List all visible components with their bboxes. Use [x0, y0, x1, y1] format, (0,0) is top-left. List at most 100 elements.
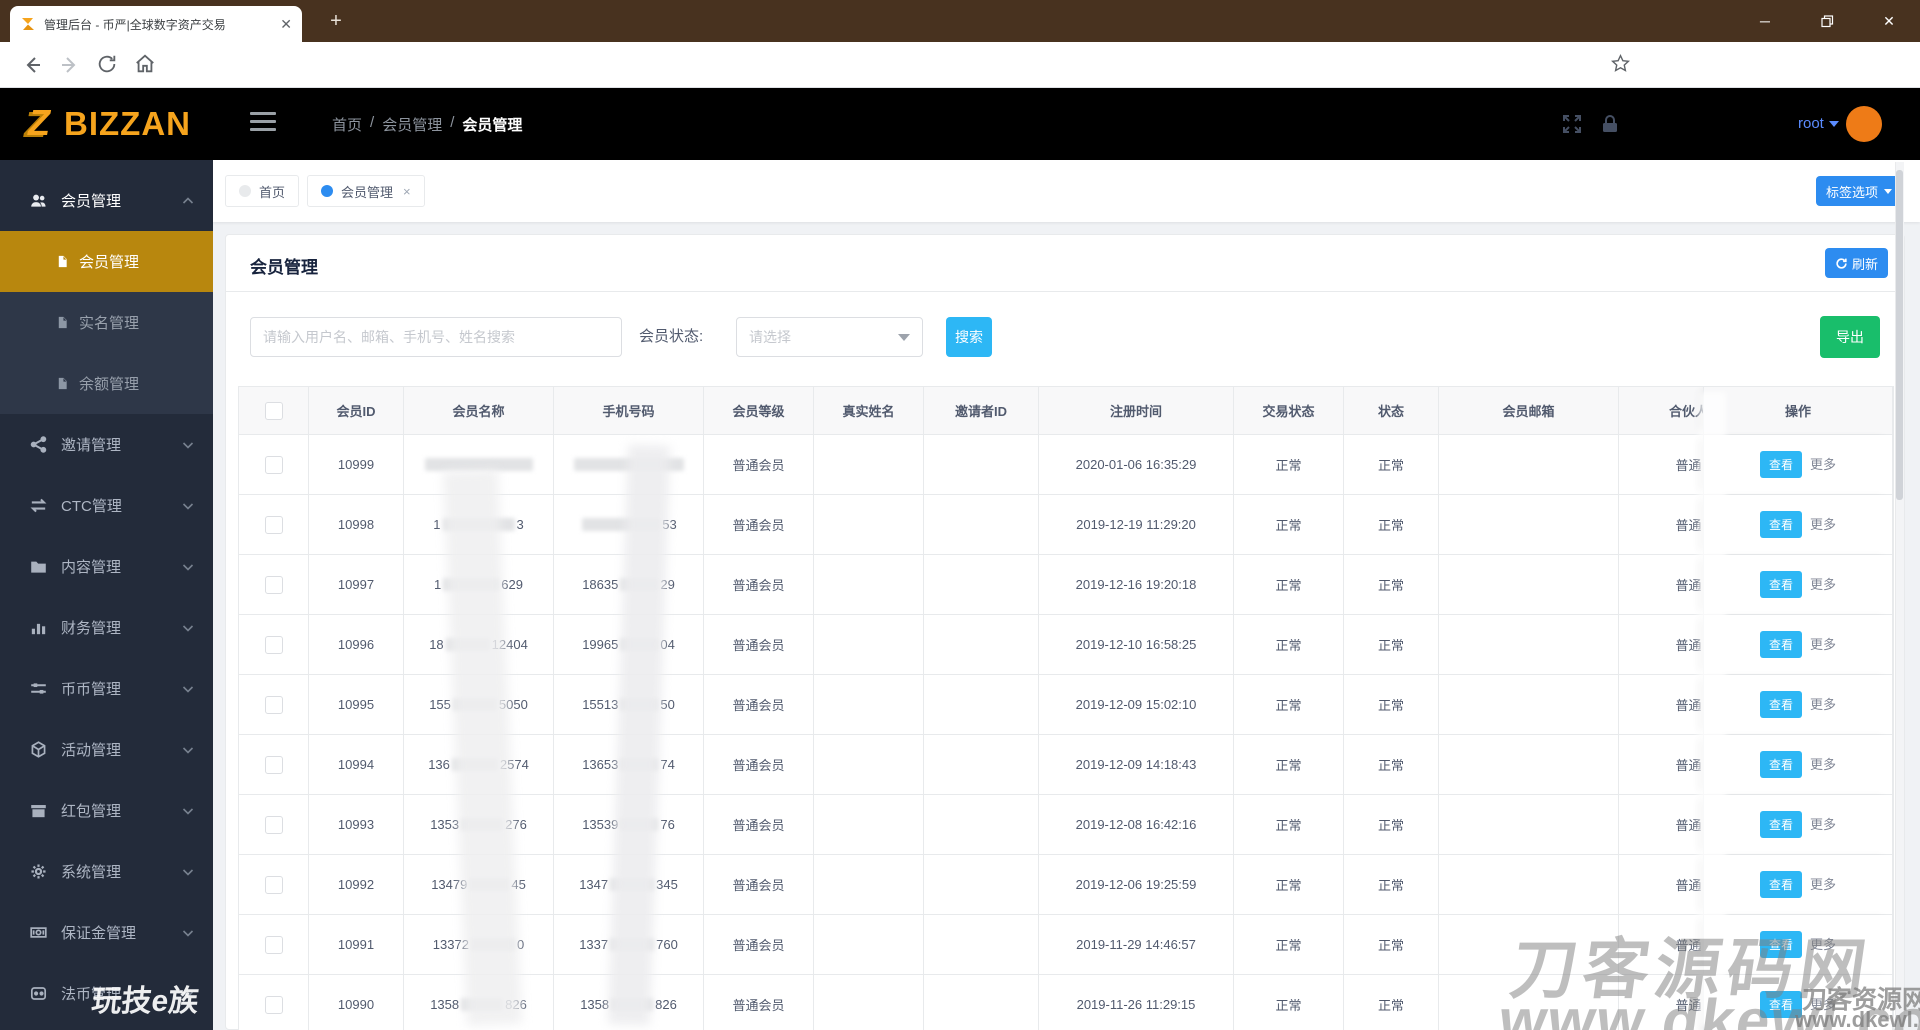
- row-checkbox[interactable]: [264, 635, 283, 654]
- refresh-button[interactable]: 刷新: [1824, 248, 1888, 278]
- row-checkbox[interactable]: [264, 815, 283, 834]
- more-link[interactable]: 更多: [1810, 997, 1836, 1012]
- row-checkbox[interactable]: [264, 755, 283, 774]
- cell-reg-time: 2019-12-08 16:42:16: [1039, 795, 1234, 855]
- row-checkbox[interactable]: [264, 515, 283, 534]
- bookmark-star-icon[interactable]: [1610, 53, 1634, 77]
- lock-icon[interactable]: [1600, 114, 1620, 139]
- view-button[interactable]: 查看: [1759, 511, 1802, 538]
- tag-close-icon[interactable]: ×: [403, 184, 411, 199]
- search-button[interactable]: 搜索: [946, 317, 992, 357]
- bizzan-logo[interactable]: ZZ BIZZAN: [24, 102, 191, 145]
- more-link[interactable]: 更多: [1810, 877, 1836, 892]
- search-input[interactable]: [250, 317, 622, 357]
- sidebar-item-1[interactable]: 邀请管理: [0, 414, 213, 475]
- row-checkbox[interactable]: [264, 575, 283, 594]
- more-link[interactable]: 更多: [1810, 937, 1836, 952]
- tab-tag-1[interactable]: 会员管理 ×: [307, 175, 425, 207]
- view-button[interactable]: 查看: [1759, 811, 1802, 838]
- view-button[interactable]: 查看: [1759, 451, 1802, 478]
- redacted-text: [582, 518, 661, 531]
- sidebar-subitem-label: 实名管理: [79, 315, 140, 332]
- select-all-checkbox[interactable]: [264, 401, 283, 420]
- scrollbar-thumb[interactable]: [1896, 170, 1903, 500]
- view-button[interactable]: 查看: [1759, 691, 1802, 718]
- box-icon: [30, 802, 47, 819]
- sidebar-subitem-1[interactable]: 实名管理: [0, 292, 213, 353]
- cell-email: [1439, 735, 1619, 795]
- view-button[interactable]: 查看: [1759, 871, 1802, 898]
- view-button[interactable]: 查看: [1759, 991, 1802, 1018]
- more-link[interactable]: 更多: [1810, 457, 1836, 472]
- cell-member-level: 普通会员: [704, 555, 814, 615]
- more-link[interactable]: 更多: [1810, 757, 1836, 772]
- window-close-button[interactable]: ✕: [1858, 0, 1920, 42]
- sidebar-item-5[interactable]: 币币管理: [0, 658, 213, 719]
- fullscreen-icon[interactable]: [1562, 114, 1582, 139]
- view-button[interactable]: 查看: [1759, 751, 1802, 778]
- breadcrumb-item[interactable]: 首页: [332, 114, 362, 135]
- sidebar-item-7[interactable]: 红包管理: [0, 780, 213, 841]
- sidebar-item-10[interactable]: 法币管理: [0, 963, 213, 1024]
- browser-tab[interactable]: 管理后台 - 币严|全球数字资产交易 ✕: [10, 6, 302, 42]
- redacted-text: [610, 938, 655, 951]
- window-restore-button[interactable]: [1796, 0, 1858, 42]
- sidebar-subitem-2[interactable]: 余额管理: [0, 353, 213, 414]
- breadcrumb: 首页 / 会员管理 / 会员管理: [332, 114, 522, 135]
- sidebar-item-6[interactable]: 活动管理: [0, 719, 213, 780]
- tab-close-icon[interactable]: ✕: [280, 16, 292, 33]
- avatar[interactable]: [1846, 106, 1882, 142]
- member-table: 会员ID 会员名称 手机号码 会员等级 真实姓名 邀请者ID 注册时间 交易状态 状态 会员邮箱合…: [239, 387, 1893, 1030]
- cell-trade-status: 正常: [1234, 615, 1344, 675]
- more-link[interactable]: 更多: [1810, 517, 1836, 532]
- sidebar-item-0[interactable]: 会员管理: [0, 170, 213, 231]
- back-button-icon[interactable]: [20, 53, 44, 77]
- view-button[interactable]: 查看: [1759, 571, 1802, 598]
- sidebar-subitem-0[interactable]: 会员管理: [0, 231, 213, 292]
- redacted-text: [620, 818, 659, 831]
- export-button[interactable]: 导出: [1820, 316, 1880, 358]
- view-button[interactable]: 查看: [1759, 931, 1802, 958]
- tag-options-button[interactable]: 标签选项: [1815, 176, 1902, 206]
- cell-member-level: 普通会员: [704, 675, 814, 735]
- browser-toolbar: 127.0.0.1:9527/#/member/membermanage New…: [0, 42, 1920, 124]
- row-checkbox[interactable]: [264, 875, 283, 894]
- open-tags: 首页 会员管理 ×: [225, 175, 425, 207]
- forward-button-icon[interactable]: [58, 53, 82, 77]
- window-minimize-button[interactable]: ─: [1734, 0, 1796, 42]
- sidebar-toggle-icon[interactable]: [250, 112, 276, 131]
- user-menu[interactable]: root: [1798, 115, 1839, 132]
- redacted-text: [620, 638, 659, 651]
- column-header: 状态: [1344, 387, 1439, 435]
- row-checkbox[interactable]: [264, 995, 283, 1014]
- redacted-text: [461, 998, 504, 1011]
- new-tab-button[interactable]: +: [322, 8, 350, 36]
- more-link[interactable]: 更多: [1810, 577, 1836, 592]
- sidebar-item-3[interactable]: 内容管理: [0, 536, 213, 597]
- more-link[interactable]: 更多: [1810, 817, 1836, 832]
- cell-phone: 13653 74: [554, 735, 704, 795]
- row-checkbox[interactable]: [264, 455, 283, 474]
- sidebar-item-4[interactable]: 财务管理: [0, 597, 213, 658]
- tag-label: 首页: [259, 184, 286, 200]
- cell-member-level: 普通会员: [704, 915, 814, 975]
- sidebar-item-label: 币币管理: [61, 681, 122, 698]
- cell-real-name: [814, 735, 924, 795]
- cell-select: [239, 795, 309, 855]
- cell-member-level: 普通会员: [704, 975, 814, 1030]
- sidebar-item-2[interactable]: CTC管理: [0, 475, 213, 536]
- home-button-icon[interactable]: [134, 53, 158, 77]
- more-link[interactable]: 更多: [1810, 697, 1836, 712]
- more-link[interactable]: 更多: [1810, 637, 1836, 652]
- row-checkbox[interactable]: [264, 935, 283, 954]
- cell-member-level: 普通会员: [704, 615, 814, 675]
- refresh-button-icon[interactable]: [96, 53, 120, 77]
- sidebar-item-8[interactable]: 系统管理: [0, 841, 213, 902]
- sidebar-item-9[interactable]: 保证金管理: [0, 902, 213, 963]
- member-status-select[interactable]: 请选择: [736, 317, 923, 357]
- redacted-text: [610, 878, 655, 891]
- breadcrumb-item[interactable]: 会员管理: [382, 114, 442, 135]
- view-button[interactable]: 查看: [1759, 631, 1802, 658]
- tab-tag-0[interactable]: 首页: [225, 175, 300, 207]
- row-checkbox[interactable]: [264, 695, 283, 714]
